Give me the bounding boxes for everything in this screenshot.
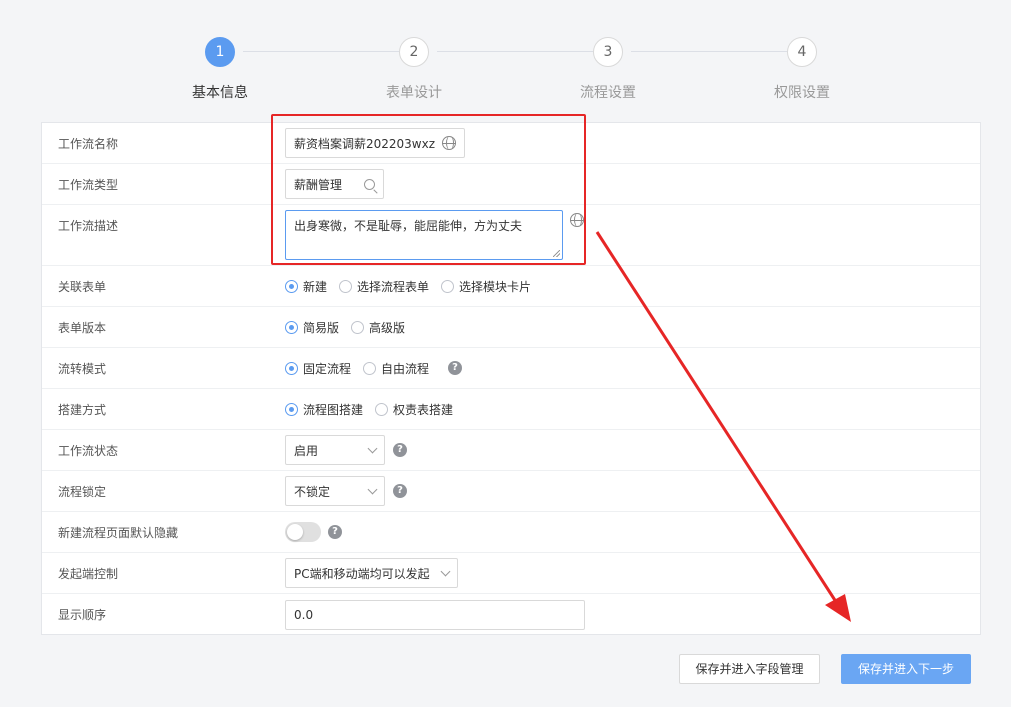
field-label: 工作流描述 [58, 219, 119, 233]
display-order-input[interactable]: 0.0 [285, 599, 585, 630]
radio-simple[interactable]: 简易版 [285, 319, 339, 336]
radio-advanced[interactable]: 高级版 [351, 319, 405, 336]
chevron-down-icon [440, 566, 451, 576]
textarea-value: 出身寒微，不是耻辱，能屈能伸，方为丈夫 [294, 219, 523, 233]
form-row-desc: 工作流描述 出身寒微，不是耻辱，能屈能伸，方为丈夫 [42, 205, 980, 266]
radio-free-flow[interactable]: 自由流程 [363, 360, 429, 377]
step-label: 基本信息 [192, 85, 248, 101]
workflow-name-input[interactable]: 薪资档案调薪202203wxz [285, 128, 465, 158]
field-label: 表单版本 [58, 321, 107, 335]
globe-icon[interactable] [442, 136, 456, 150]
form-row-initiator: 发起端控制 PC端和移动端均可以发起 [42, 553, 980, 594]
help-icon[interactable]: ? [393, 443, 407, 457]
input-value: 0.0 [294, 607, 314, 622]
field-label: 显示顺序 [58, 608, 107, 622]
help-icon[interactable]: ? [328, 525, 342, 539]
radio-responsibility-build[interactable]: 权责表搭建 [375, 401, 453, 418]
step-number: 4 [787, 37, 817, 67]
step-flow-settings[interactable]: 3 流程设置 [548, 37, 668, 102]
workflow-type-input[interactable]: 薪酬管理 [285, 169, 384, 199]
input-value: 薪资档案调薪202203wxz [294, 136, 436, 151]
field-label: 关联表单 [58, 280, 107, 294]
field-label: 工作流名称 [58, 137, 119, 151]
form-row-lock: 流程锁定 不锁定 ? [42, 471, 980, 512]
globe-icon[interactable] [570, 213, 584, 227]
step-form-design[interactable]: 2 表单设计 [354, 37, 474, 102]
radio-flowchart-build[interactable]: 流程图搭建 [285, 401, 363, 418]
stepper: 1 基本信息 2 表单设计 3 流程设置 4 权限设置 [0, 0, 1011, 110]
save-and-next-button[interactable]: 保存并进入下一步 [841, 654, 971, 684]
field-label: 新建流程页面默认隐藏 [58, 526, 179, 540]
chevron-down-icon [367, 443, 378, 453]
field-label: 工作流状态 [58, 444, 119, 458]
basic-info-form: 工作流名称 薪资档案调薪202203wxz 工作流类型 薪酬管理 工作流描述 出… [41, 122, 981, 635]
hide-default-toggle[interactable] [285, 522, 321, 542]
lock-select[interactable]: 不锁定 [285, 476, 385, 506]
step-number: 3 [593, 37, 623, 67]
field-label: 工作流类型 [58, 178, 119, 192]
form-row-flow-mode: 流转模式 固定流程 自由流程 ? [42, 348, 980, 389]
step-label: 流程设置 [580, 85, 636, 101]
initiator-select[interactable]: PC端和移动端均可以发起 [285, 558, 458, 588]
field-label: 搭建方式 [58, 403, 107, 417]
form-row-type: 工作流类型 薪酬管理 [42, 164, 980, 205]
radio-new[interactable]: 新建 [285, 278, 327, 295]
step-permission-settings[interactable]: 4 权限设置 [742, 37, 862, 102]
field-label: 流程锁定 [58, 485, 107, 499]
radio-select-flow-form[interactable]: 选择流程表单 [339, 278, 429, 295]
step-basic-info[interactable]: 1 基本信息 [160, 37, 280, 102]
step-number: 2 [399, 37, 429, 67]
form-row-hide-default: 新建流程页面默认隐藏 ? [42, 512, 980, 553]
save-and-field-management-button[interactable]: 保存并进入字段管理 [679, 654, 820, 684]
chevron-down-icon [367, 484, 378, 494]
resize-grip-icon[interactable] [553, 250, 560, 257]
form-row-form-link: 关联表单 新建 选择流程表单 选择模块卡片 [42, 266, 980, 307]
step-number: 1 [205, 37, 235, 67]
step-label: 表单设计 [386, 85, 442, 101]
select-value: 启用 [294, 443, 319, 458]
form-row-order: 显示顺序 0.0 [42, 594, 980, 635]
form-row-name: 工作流名称 薪资档案调薪202203wxz [42, 123, 980, 164]
workflow-desc-textarea[interactable]: 出身寒微，不是耻辱，能屈能伸，方为丈夫 [285, 210, 563, 260]
step-label: 权限设置 [774, 85, 830, 101]
radio-fixed-flow[interactable]: 固定流程 [285, 360, 351, 377]
field-label: 流转模式 [58, 362, 107, 376]
help-icon[interactable]: ? [393, 484, 407, 498]
field-label: 发起端控制 [58, 567, 119, 581]
select-value: PC端和移动端均可以发起 [294, 566, 430, 581]
search-icon[interactable] [364, 178, 375, 190]
status-select[interactable]: 启用 [285, 435, 385, 465]
radio-select-module-card[interactable]: 选择模块卡片 [441, 278, 531, 295]
input-value: 薪酬管理 [294, 177, 343, 192]
form-row-status: 工作流状态 启用 ? [42, 430, 980, 471]
form-row-version: 表单版本 简易版 高级版 [42, 307, 980, 348]
help-icon[interactable]: ? [448, 361, 463, 375]
form-row-build-mode: 搭建方式 流程图搭建 权责表搭建 [42, 389, 980, 430]
select-value: 不锁定 [294, 484, 331, 499]
